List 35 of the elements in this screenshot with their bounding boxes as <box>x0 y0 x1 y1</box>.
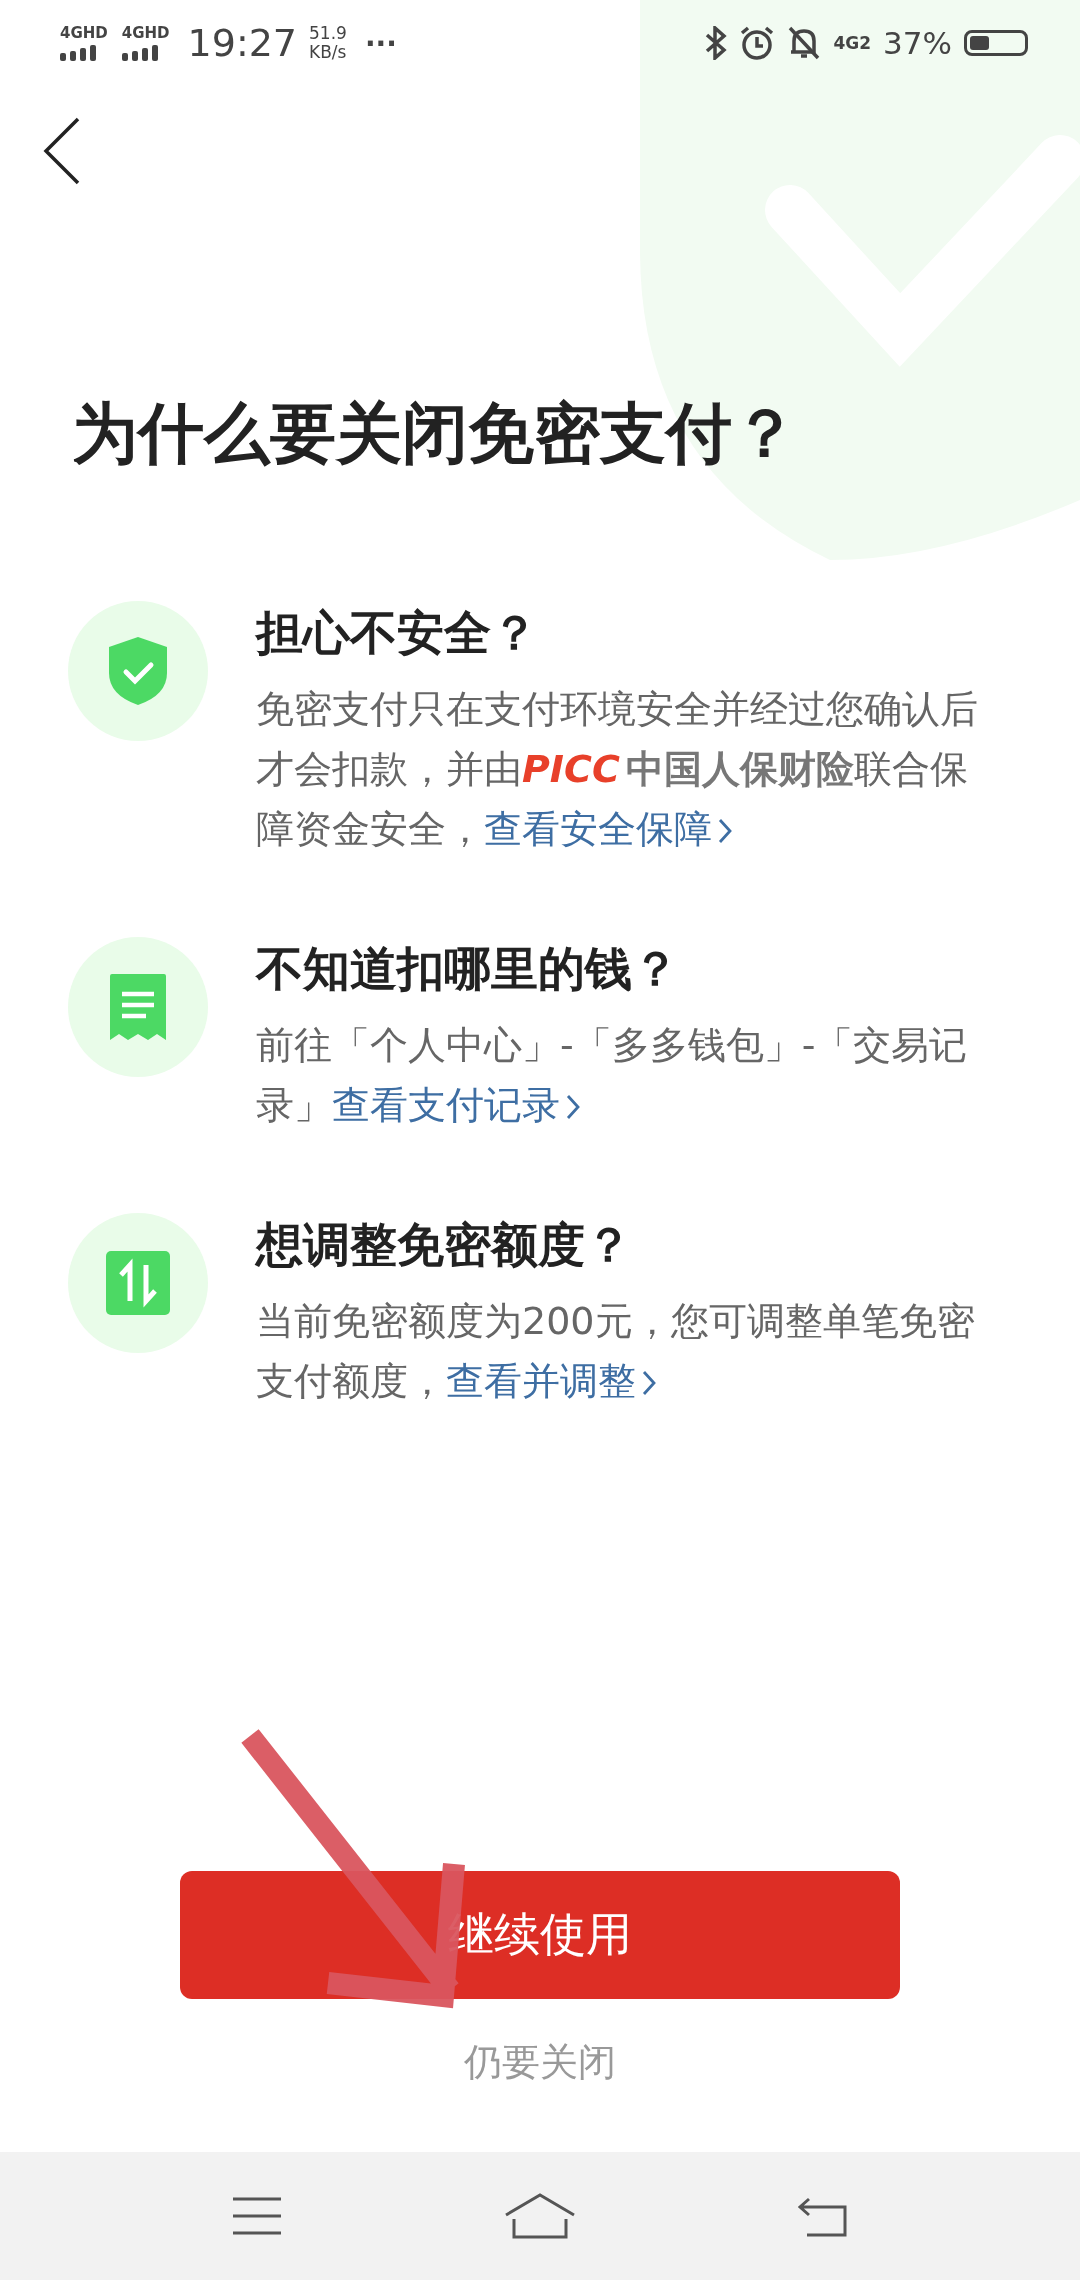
alarm-clock-icon <box>739 25 776 61</box>
detail-link[interactable]: 查看支付记录 <box>332 1083 580 1128</box>
bluetooth-icon <box>705 26 728 60</box>
battery-icon <box>964 30 1028 56</box>
chevron-right-icon <box>642 1370 656 1397</box>
item-title: 想调整免密额度？ <box>256 1216 633 1275</box>
clock-time: 19:27 <box>187 21 298 65</box>
item-title: 不知道扣哪里的钱？ <box>256 940 680 999</box>
battery-percent: 37% <box>883 25 952 61</box>
detail-link[interactable]: 查看安全保障 <box>484 807 732 852</box>
home-icon[interactable] <box>504 2193 576 2239</box>
shield-check-icon <box>107 635 169 708</box>
insurer-logo: PICC中国人保财险 <box>522 747 854 792</box>
more-indicator: ··· <box>364 26 397 60</box>
menu-icon[interactable] <box>230 2196 283 2236</box>
network-speed: 51.9 <box>309 24 347 43</box>
detail-link[interactable]: 查看并调整 <box>446 1359 656 1404</box>
network-label: 4GHD <box>121 25 170 41</box>
item-description: 免密支付只在支付环境安全并经过您确认后才会扣款，并由PICC中国人保财险联合保障资金安全，查看安全保障 <box>256 686 979 854</box>
item-description: 当前免密额度为200元，您可调整单笔免密支付额度，查看并调整 <box>256 1298 976 1406</box>
muted-bell-icon <box>787 25 822 61</box>
network-label: 4GHD <box>60 25 108 41</box>
receipt-icon <box>108 972 168 1043</box>
continue-button[interactable]: 继续使用 <box>180 1871 900 1999</box>
back-icon[interactable] <box>797 2195 850 2237</box>
chevron-right-icon <box>718 818 732 845</box>
back-icon[interactable] <box>42 117 82 185</box>
item-title: 担心不安全？ <box>256 604 539 663</box>
chevron-right-icon <box>566 1094 580 1121</box>
close-anyway-button[interactable]: 仍要关闭 <box>454 2033 626 2092</box>
item-description: 前往「个人中心」-「多多钱包」-「交易记录」查看支付记录 <box>256 1022 969 1130</box>
speed-unit: KB/s <box>309 43 347 62</box>
page-title: 为什么要关闭免密支付？ <box>72 394 799 474</box>
up-down-arrows-icon <box>106 1251 170 1316</box>
network-type: 4G2 <box>833 33 872 53</box>
